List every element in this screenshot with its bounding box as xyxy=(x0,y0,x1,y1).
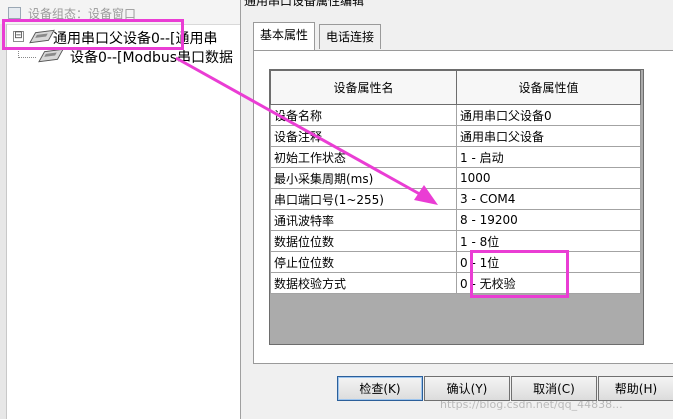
properties-grid: 设备属性名 设备属性值 设备名称 通用串口父设备0 设备注释 通用串口父设备 初… xyxy=(269,69,644,345)
tree-node-child-device[interactable]: 设备0--[Modbus串口数据 xyxy=(70,47,233,67)
tree-left-border xyxy=(0,24,7,419)
property-name-cell: 设备名称 xyxy=(270,104,457,126)
property-name-cell: 通讯波特率 xyxy=(270,209,457,231)
property-name-cell: 数据校验方式 xyxy=(270,272,457,294)
property-name-cell: 停止位位数 xyxy=(270,251,457,273)
device-window: 设备组态：设备窗口 ⊟ 通用串口父设备0--[通用串 设备0--[Modbus串… xyxy=(0,0,240,419)
table-row[interactable]: 串口端口号(1~255) 3 - COM4 xyxy=(270,188,641,210)
table-row[interactable]: 数据校验方式 0 - 无校验 xyxy=(270,272,641,294)
basic-properties-panel: 设备属性名 设备属性值 设备名称 通用串口父设备0 设备注释 通用串口父设备 初… xyxy=(253,50,673,364)
check-button[interactable]: 检查(K) xyxy=(337,376,423,401)
tree-connector-line xyxy=(18,57,36,58)
table-row[interactable]: 停止位位数 0 - 1位 xyxy=(270,251,641,273)
modbus-device-icon xyxy=(38,48,64,63)
column-header-property-value: 设备属性值 xyxy=(456,70,641,105)
window-icon xyxy=(8,7,21,19)
property-name-cell: 设备注释 xyxy=(270,125,457,147)
highlight-box-port-baud xyxy=(470,250,569,298)
property-name-cell: 串口端口号(1~255) xyxy=(270,188,457,210)
property-value-cell[interactable]: 1 - 启动 xyxy=(456,146,641,168)
table-row[interactable]: 初始工作状态 1 - 启动 xyxy=(270,146,641,168)
table-row[interactable]: 设备名称 通用串口父设备0 xyxy=(270,104,641,126)
property-name-cell: 最小采集周期(ms) xyxy=(270,167,457,189)
dialog-title: 通用串口设备属性编辑 xyxy=(244,0,365,8)
table-header-row: 设备属性名 设备属性值 xyxy=(270,70,641,105)
properties-table: 设备属性名 设备属性值 设备名称 通用串口父设备0 设备注释 通用串口父设备 初… xyxy=(270,70,641,294)
tab-basic-properties[interactable]: 基本属性 xyxy=(253,22,316,50)
property-value-cell[interactable]: 1 - 8位 xyxy=(456,230,641,252)
property-name-cell: 初始工作状态 xyxy=(270,146,457,168)
table-row[interactable]: 通讯波特率 8 - 19200 xyxy=(270,209,641,231)
device-properties-dialog: 通用串口设备属性编辑 基本属性 电话连接 设备属性名 设备属性值 设备名称 通用… xyxy=(240,0,673,419)
tab-phone-connection[interactable]: 电话连接 xyxy=(319,24,382,49)
highlight-box-parent-device xyxy=(2,19,184,50)
property-value-cell[interactable]: 通用串口父设备0 xyxy=(456,104,641,126)
table-row[interactable]: 数据位位数 1 - 8位 xyxy=(270,230,641,252)
column-header-property-name: 设备属性名 xyxy=(270,70,457,105)
property-value-cell[interactable]: 通用串口父设备 xyxy=(456,125,641,147)
watermark: https://blog.csdn.net/qq_44838... xyxy=(440,398,623,411)
property-value-cell[interactable]: 3 - COM4 xyxy=(456,188,641,210)
property-name-cell: 数据位位数 xyxy=(270,230,457,252)
table-row[interactable]: 设备注释 通用串口父设备 xyxy=(270,125,641,147)
property-value-cell[interactable]: 8 - 19200 xyxy=(456,209,641,231)
property-value-cell[interactable]: 1000 xyxy=(456,167,641,189)
table-row[interactable]: 最小采集周期(ms) 1000 xyxy=(270,167,641,189)
